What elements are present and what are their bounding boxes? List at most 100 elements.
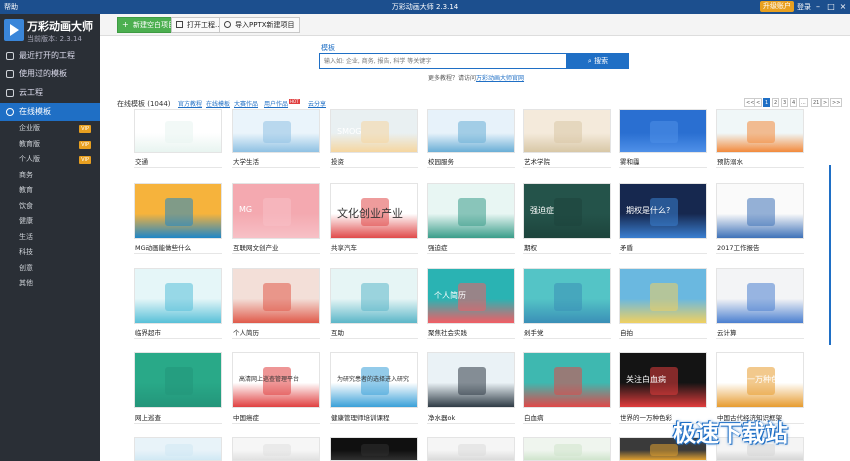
template-title[interactable]: 投资 xyxy=(331,156,344,166)
template-title[interactable]: 互助 xyxy=(331,327,344,337)
template-thumbnail[interactable] xyxy=(232,437,320,461)
template-thumbnail[interactable] xyxy=(134,268,222,324)
tab-official-tutorials[interactable]: 官方教程 xyxy=(178,99,202,108)
template-thumbnail[interactable] xyxy=(134,352,222,408)
template-thumbnail[interactable] xyxy=(134,109,222,153)
search-button[interactable]: ⌕ 搜索 xyxy=(567,53,629,69)
template-title[interactable]: 交通 xyxy=(135,156,148,166)
sidebar-sub-item[interactable]: 教育 xyxy=(0,183,100,198)
template-title[interactable]: 预防溺水 xyxy=(717,156,743,166)
sidebar-sub-item[interactable]: 生活 xyxy=(0,230,100,245)
template-title[interactable]: 个人简历 xyxy=(233,327,259,337)
template-thumbnail[interactable] xyxy=(232,109,320,153)
sidebar-sub-item[interactable]: 个人版 VIP xyxy=(0,152,100,167)
template-thumbnail[interactable]: 文化创业产业 xyxy=(330,183,418,239)
tab-cloud-share[interactable]: 云分享 xyxy=(308,99,326,108)
template-thumbnail[interactable] xyxy=(427,437,515,461)
template-title[interactable]: 艺术学院 xyxy=(524,156,550,166)
template-title[interactable]: 共享汽车 xyxy=(331,242,357,252)
template-title[interactable]: 强迫症 xyxy=(428,242,448,252)
template-thumbnail[interactable] xyxy=(427,183,515,239)
template-thumbnail[interactable] xyxy=(523,109,611,153)
page-button[interactable]: < xyxy=(754,98,763,107)
template-thumbnail[interactable]: MG xyxy=(232,183,320,239)
template-title[interactable]: 雾和霾 xyxy=(620,156,640,166)
template-thumbnail[interactable] xyxy=(716,183,804,239)
tab-contest-works[interactable]: 大赛作品 xyxy=(234,99,258,108)
sidebar-item-used-templates[interactable]: 使用过的模板 xyxy=(0,65,100,83)
template-title[interactable]: 聚焦社会实践 xyxy=(428,327,467,337)
minimize-icon[interactable]: – xyxy=(813,1,823,12)
template-title[interactable]: 大学生活 xyxy=(233,156,259,166)
sidebar-item-cloud[interactable]: 云工程 xyxy=(0,84,100,102)
scrollbar[interactable] xyxy=(829,165,831,345)
template-thumbnail[interactable]: 期权是什么? xyxy=(619,183,707,239)
login-link[interactable]: 登录 xyxy=(797,2,811,12)
template-title[interactable]: 剁手党 xyxy=(524,327,544,337)
template-title[interactable]: 临界超市 xyxy=(135,327,161,337)
template-thumbnail[interactable] xyxy=(427,352,515,408)
template-thumbnail[interactable]: 高清网上巡查管理平台 xyxy=(232,352,320,408)
template-title[interactable]: 2017工作报告 xyxy=(717,242,760,252)
maximize-icon[interactable]: □ xyxy=(826,1,836,12)
sidebar-sub-item[interactable]: 教育版 VIP xyxy=(0,137,100,152)
template-thumbnail[interactable] xyxy=(232,268,320,324)
thumbnail-art xyxy=(458,367,486,395)
website-link[interactable]: 万彩动画大师官网 xyxy=(476,75,524,82)
sidebar-sub-item[interactable]: 其他 xyxy=(0,276,100,291)
template-title[interactable]: 健康管理师培训课程 xyxy=(331,412,390,422)
tab-user-works[interactable]: 用户作品 HOT xyxy=(264,99,300,108)
sidebar-sub-item[interactable]: 健康 xyxy=(0,214,100,229)
template-thumbnail[interactable] xyxy=(134,183,222,239)
template-thumbnail[interactable] xyxy=(427,109,515,153)
template-thumbnail[interactable] xyxy=(330,437,418,461)
upgrade-button[interactable]: 升级账户 xyxy=(760,1,794,12)
page-button[interactable]: >> xyxy=(830,98,843,107)
template-thumbnail[interactable]: 为研究患者的选择进入研究 xyxy=(330,352,418,408)
sidebar-item-online-templates[interactable]: 在线模板 xyxy=(0,103,100,121)
page-button[interactable]: 3 xyxy=(781,98,789,107)
sidebar-sub-item[interactable]: 饮食 xyxy=(0,199,100,214)
template-thumbnail[interactable]: SMOG xyxy=(330,109,418,153)
page-button[interactable]: 4 xyxy=(790,98,798,107)
page-button[interactable]: > xyxy=(821,98,830,107)
template-title[interactable]: 网上巡查 xyxy=(135,412,161,422)
sidebar-item-recent[interactable]: 最近打开的工程 xyxy=(0,47,100,65)
template-title[interactable]: 校园服务 xyxy=(428,156,454,166)
template-title[interactable]: 白血病 xyxy=(524,412,544,422)
template-title[interactable]: 世界的一万种色彩 xyxy=(620,412,672,422)
sidebar-sub-item[interactable]: 创意 xyxy=(0,261,100,276)
template-thumbnail[interactable]: 关注白血病 xyxy=(619,352,707,408)
template-thumbnail[interactable] xyxy=(523,268,611,324)
sidebar-sub-item[interactable]: 商务 xyxy=(0,168,100,183)
page-button[interactable]: 1 xyxy=(763,98,771,107)
template-title[interactable]: 矛盾 xyxy=(620,242,633,252)
template-thumbnail[interactable] xyxy=(716,109,804,153)
close-icon[interactable]: × xyxy=(838,1,848,12)
page-button[interactable]: 2 xyxy=(772,98,780,107)
template-thumbnail[interactable] xyxy=(523,437,611,461)
template-thumbnail[interactable] xyxy=(330,268,418,324)
template-thumbnail[interactable] xyxy=(134,437,222,461)
import-pptx-button[interactable]: 导入PPTX新建项目 xyxy=(219,17,300,33)
template-title[interactable]: 净水器ok xyxy=(428,412,455,422)
template-thumbnail[interactable]: 世界的一万种色彩 xyxy=(716,352,804,408)
template-thumbnail[interactable] xyxy=(619,268,707,324)
template-title[interactable]: 云计算 xyxy=(717,327,737,337)
template-thumbnail[interactable] xyxy=(523,352,611,408)
page-button[interactable]: ... xyxy=(799,98,808,107)
template-thumbnail[interactable] xyxy=(716,268,804,324)
template-title[interactable]: 自拍 xyxy=(620,327,633,337)
search-input[interactable] xyxy=(319,53,567,69)
template-title[interactable]: 互联网文创产业 xyxy=(233,242,279,252)
template-title[interactable]: 中国癌症 xyxy=(233,412,259,422)
template-thumbnail[interactable]: 个人简历 xyxy=(427,268,515,324)
tab-online-templates[interactable]: 在线模板 xyxy=(206,99,230,108)
template-thumbnail[interactable] xyxy=(619,109,707,153)
page-button[interactable]: 21 xyxy=(811,98,822,107)
template-title[interactable]: MG动画能做些什么 xyxy=(135,242,191,252)
sidebar-sub-item[interactable]: 科技 xyxy=(0,245,100,260)
template-title[interactable]: 期权 xyxy=(524,242,537,252)
template-thumbnail[interactable]: 强迫症 xyxy=(523,183,611,239)
sidebar-sub-item[interactable]: 企业版 VIP xyxy=(0,121,100,136)
